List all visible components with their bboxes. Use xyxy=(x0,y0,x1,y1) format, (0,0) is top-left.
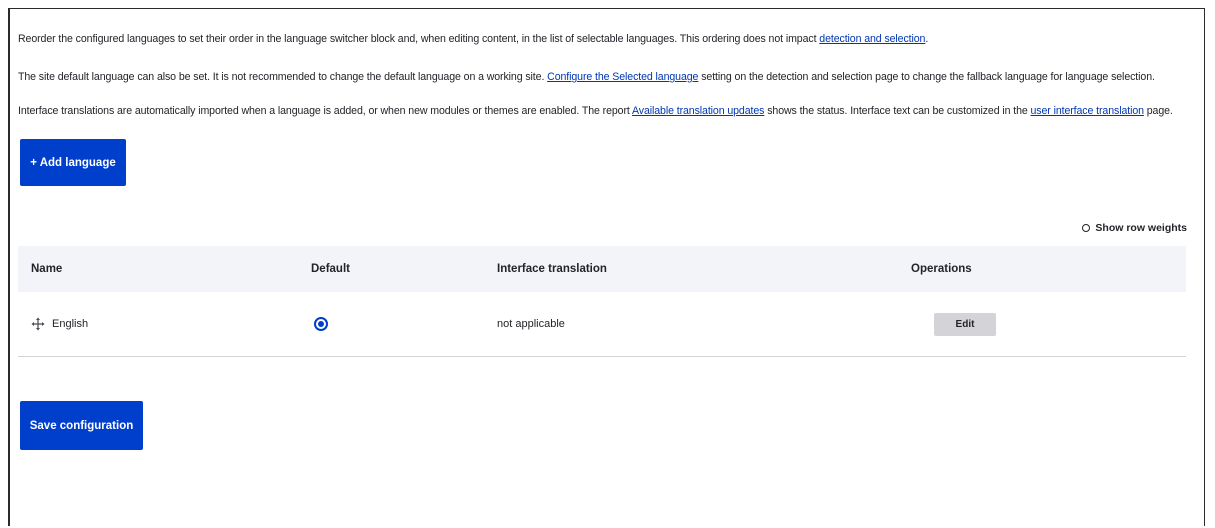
default-cell xyxy=(311,317,328,331)
drag-handle-icon[interactable] xyxy=(31,317,45,331)
available-translation-updates-link[interactable]: Available translation updates xyxy=(632,105,764,117)
show-row-weights-label: Show row weights xyxy=(1095,222,1187,234)
default-radio[interactable] xyxy=(314,317,328,331)
detection-and-selection-link[interactable]: detection and selection xyxy=(819,33,925,45)
intro-paragraph-3: Interface translations are automatically… xyxy=(18,104,1173,118)
header-name: Name xyxy=(31,263,63,275)
languages-table: Name Default Interface translation Opera… xyxy=(18,246,1186,357)
intro-mid-3: shows the status. Interface text can be … xyxy=(764,105,1031,117)
header-operations: Operations xyxy=(911,263,972,275)
table-row: English not applicable Edit xyxy=(18,292,1186,357)
intro-tail-2: setting on the detection and selection p… xyxy=(698,71,1155,83)
intro-tail-1: . xyxy=(925,33,929,45)
header-interface-translation: Interface translation xyxy=(497,263,607,275)
intro-tail-3: page. xyxy=(1143,105,1173,117)
user-interface-translation-link[interactable]: user interface translation xyxy=(1031,105,1145,117)
show-row-weights-toggle[interactable]: Show row weights xyxy=(1082,222,1187,234)
radio-dot xyxy=(318,321,324,327)
intro-paragraph-2: The site default language can also be se… xyxy=(18,70,1155,84)
add-language-button[interactable]: + Add language xyxy=(20,139,126,186)
operations-cell: Edit xyxy=(911,312,996,336)
edit-button[interactable]: Edit xyxy=(934,312,996,336)
intro-text-3: Interface translations are automatically… xyxy=(18,105,632,117)
intro-text-2: The site default language can also be se… xyxy=(18,71,548,83)
header-default: Default xyxy=(311,263,350,275)
table-header: Name Default Interface translation Opera… xyxy=(18,246,1186,292)
circle-icon xyxy=(1082,224,1091,232)
language-name-cell: English xyxy=(31,317,88,331)
intro-text-1: Reorder the configured languages to set … xyxy=(18,33,820,45)
save-configuration-button[interactable]: Save configuration xyxy=(20,401,143,450)
configure-selected-language-link[interactable]: Configure the Selected language xyxy=(547,71,698,83)
language-name: English xyxy=(52,318,89,330)
interface-translation-cell: not applicable xyxy=(497,318,565,330)
intro-paragraph-1: Reorder the configured languages to set … xyxy=(18,32,928,46)
